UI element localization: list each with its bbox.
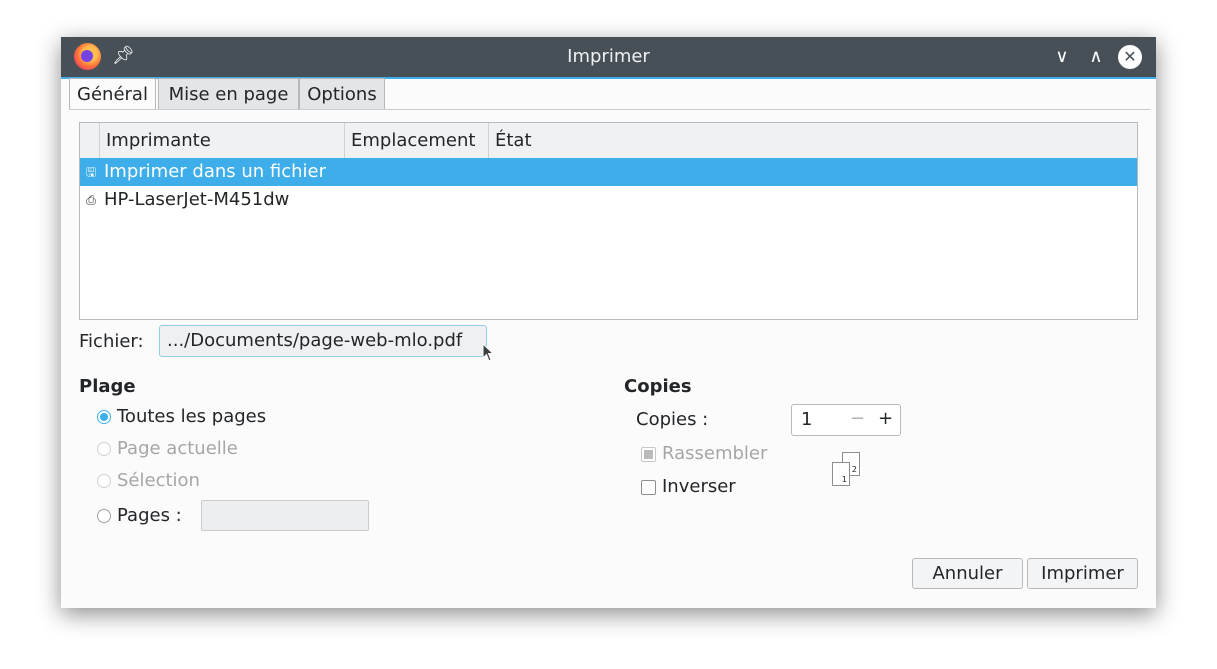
pages-range-input[interactable] <box>201 500 369 531</box>
radio-all-pages-label[interactable]: Toutes les pages <box>117 406 266 427</box>
radio-all-pages[interactable] <box>97 410 111 424</box>
radio-current-page-label: Page actuelle <box>117 438 238 459</box>
tab-general[interactable]: Général <box>69 78 156 110</box>
reverse-label[interactable]: Inverser <box>662 476 736 497</box>
increment-button[interactable]: + <box>878 408 893 429</box>
tab-divider <box>69 109 1150 110</box>
file-label: Fichier: <box>79 331 144 352</box>
printer-icon: ⎙ <box>86 193 96 207</box>
range-section-title: Plage <box>79 376 136 397</box>
radio-selection-label: Sélection <box>117 470 200 491</box>
mouse-cursor-icon <box>482 343 494 362</box>
printer-name: HP-LaserJet-M451dw <box>104 189 290 210</box>
collate-preview-icon: 2 1 <box>830 452 862 490</box>
radio-pages[interactable] <box>97 509 111 523</box>
floppy-icon: 🖫︎ <box>85 165 97 179</box>
printer-row-hp[interactable]: ⎙ HP-LaserJet-M451dw <box>80 186 1137 214</box>
radio-selection <box>97 474 111 488</box>
window-title: Imprimer <box>567 46 650 67</box>
collate-label: Rassembler <box>662 443 768 464</box>
column-header-printer[interactable]: Imprimante <box>99 123 344 158</box>
radio-current-page <box>97 442 111 456</box>
printer-name: Imprimer dans un fichier <box>104 161 327 182</box>
printer-list[interactable]: Imprimante Emplacement État 🖫︎ Imprimer … <box>79 122 1138 320</box>
copies-spinbox[interactable]: 1 − + <box>791 404 901 436</box>
minimize-icon[interactable]: ∨ <box>1050 45 1074 69</box>
tab-page-setup[interactable]: Mise en page <box>158 78 299 109</box>
maximize-icon[interactable]: ∧ <box>1084 45 1108 69</box>
print-dialog: 📌︎ Imprimer ∨ ∧ ✕ Général Mise en page O… <box>61 37 1156 608</box>
collate-checkbox <box>641 447 656 462</box>
title-bar[interactable]: 📌︎ Imprimer ∨ ∧ ✕ <box>61 37 1156 79</box>
file-path-field[interactable]: .../Documents/page-web-mlo.pdf <box>159 325 487 357</box>
copies-label: Copies : <box>636 409 709 430</box>
close-icon[interactable]: ✕ <box>1118 45 1142 69</box>
column-header-status[interactable]: État <box>488 123 1138 158</box>
decrement-button[interactable]: − <box>850 408 865 429</box>
print-button[interactable]: Imprimer <box>1027 558 1138 589</box>
copies-value[interactable]: 1 <box>801 409 812 430</box>
copies-section-title: Copies <box>624 376 692 397</box>
column-header-location[interactable]: Emplacement <box>344 123 488 158</box>
collate-sheet: 1 <box>832 462 850 486</box>
radio-pages-label[interactable]: Pages : <box>117 505 182 526</box>
reverse-checkbox[interactable] <box>641 480 656 495</box>
printer-row-file[interactable]: 🖫︎ Imprimer dans un fichier <box>80 158 1137 186</box>
cancel-button[interactable]: Annuler <box>912 558 1023 589</box>
tab-options[interactable]: Options <box>299 78 385 109</box>
list-header: Imprimante Emplacement État <box>80 123 1137 159</box>
